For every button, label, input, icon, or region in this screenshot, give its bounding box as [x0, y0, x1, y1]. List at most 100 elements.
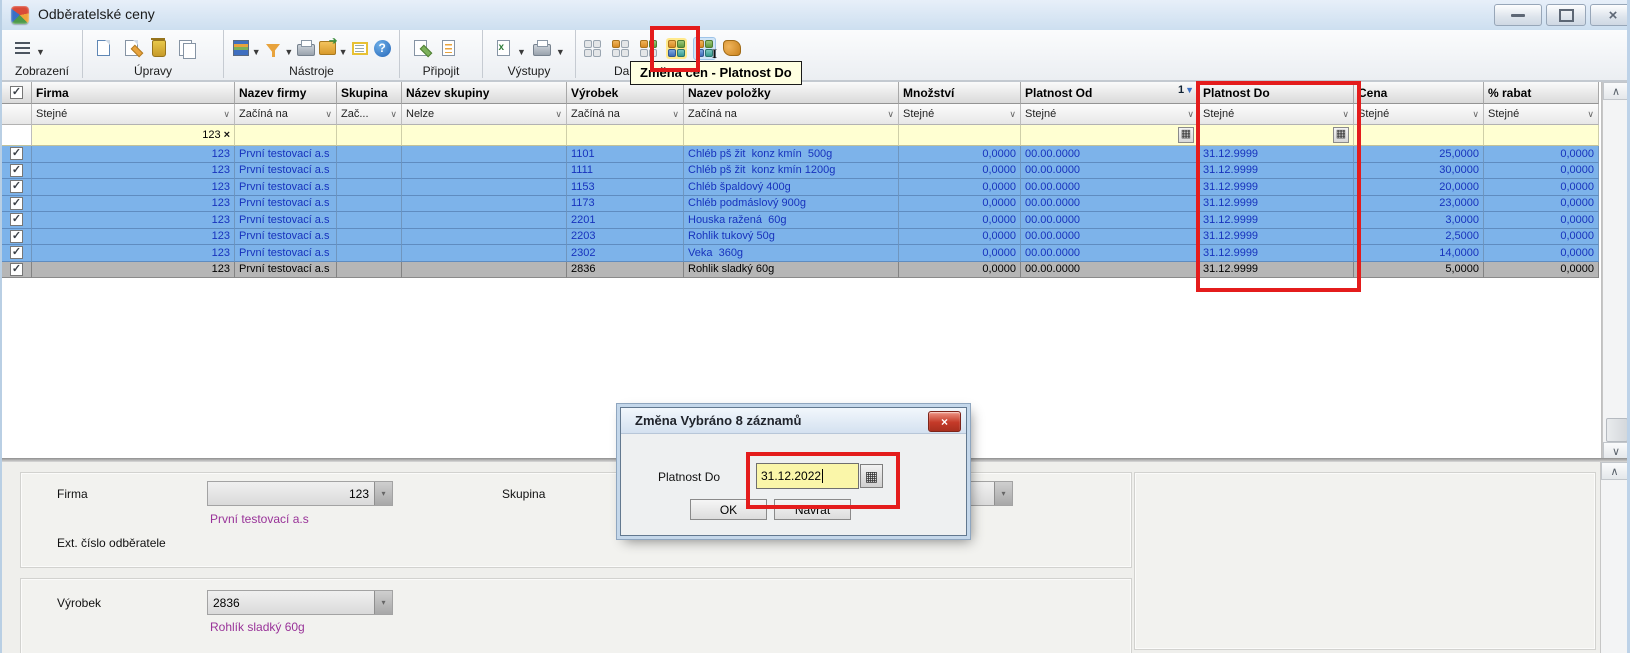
scroll-up-icon[interactable]: ∧	[1601, 462, 1628, 480]
row-checkbox[interactable]: ✓	[10, 197, 23, 210]
dialog-close-button[interactable]: ×	[928, 411, 961, 432]
filter-value-skupina[interactable]	[337, 125, 402, 146]
firma-lookup-icon[interactable]: ▾	[374, 482, 392, 505]
view-menu-icon[interactable]	[9, 35, 35, 61]
help-icon[interactable]: ?	[372, 35, 392, 61]
special-action-icon[interactable]	[719, 35, 745, 61]
puzzle-gray-icon[interactable]	[579, 35, 605, 61]
calendar-icon[interactable]: ▦	[1333, 127, 1349, 143]
excel-export-icon[interactable]: x	[490, 35, 516, 61]
row-checkbox[interactable]: ✓	[10, 213, 23, 226]
attach-document-icon[interactable]	[407, 35, 433, 61]
sort-icon[interactable]	[231, 35, 251, 61]
filter-value-rabat[interactable]	[1484, 125, 1599, 146]
row-checkbox[interactable]: ✓	[10, 230, 23, 243]
puzzle-two-color-icon[interactable]	[635, 35, 661, 61]
column-header-mnozstvi[interactable]: Množství	[899, 82, 1021, 104]
filter-value-cena[interactable]	[1354, 125, 1484, 146]
filter-value-vyrobek[interactable]	[567, 125, 684, 146]
filter-combo-platnost_do[interactable]: Stejné∨	[1199, 104, 1354, 125]
firma-field[interactable]: 123 ▾	[207, 481, 393, 506]
filter-combo-nazev_skupiny[interactable]: Nelze∨	[402, 104, 567, 125]
vyrobek-field[interactable]: 2836 ▾	[207, 590, 393, 615]
maximize-button[interactable]	[1546, 4, 1586, 26]
ok-button[interactable]: OK	[690, 499, 767, 520]
print-icon[interactable]	[529, 35, 555, 61]
filter-combo-nazev_polozky[interactable]: Začíná na∨	[684, 104, 899, 125]
minimize-button[interactable]	[1494, 4, 1542, 26]
skupina-lookup-icon[interactable]: ▾	[994, 482, 1012, 505]
calendar-icon[interactable]: ▦	[1178, 127, 1194, 143]
window-list-icon[interactable]	[351, 35, 371, 61]
column-header-firma[interactable]: Firma	[32, 82, 235, 104]
row-checkbox[interactable]: ✓	[10, 147, 23, 160]
filter-combo-skupina[interactable]: Zač...∨	[337, 104, 402, 125]
column-header-platnost_od[interactable]: Platnost Od1▼	[1021, 82, 1199, 104]
column-header-label: Nazev firmy	[239, 86, 306, 100]
column-header-nazev_skupiny[interactable]: Název skupiny	[402, 82, 567, 104]
row-checkbox[interactable]: ✓	[10, 180, 23, 193]
print-preview-icon[interactable]	[296, 35, 316, 61]
table-row[interactable]: ✓123První testovací a.s2201Houska ražená…	[2, 212, 1599, 229]
row-checkbox[interactable]: ✓	[10, 263, 23, 276]
attach-list-icon[interactable]	[435, 35, 461, 61]
filter-combo-firma[interactable]: Stejné∨	[32, 104, 235, 125]
filter-combo-vyrobek[interactable]: Začíná na∨	[567, 104, 684, 125]
clear-filter-icon[interactable]: ×	[224, 129, 230, 141]
dialog-title-bar[interactable]: Změna Vybráno 8 záznamů ×	[621, 408, 966, 434]
table-row[interactable]: ✓123První testovací a.s2203Rohlik tukový…	[2, 229, 1599, 246]
column-header-skupina[interactable]: Skupina	[337, 82, 402, 104]
puzzle-orange-icon[interactable]	[607, 35, 633, 61]
column-header-rabat[interactable]: % rabat	[1484, 82, 1599, 104]
column-header-platnost_do[interactable]: Platnost Do	[1199, 82, 1354, 104]
delete-record-icon[interactable]	[146, 35, 172, 61]
table-row[interactable]: ✓123První testovací a.s1101Chléb pš žit …	[2, 146, 1599, 163]
column-header-vyrobek[interactable]: Výrobek	[567, 82, 684, 104]
export-icon[interactable]: ➔	[318, 35, 338, 61]
table-row[interactable]: ✓123První testovací a.s1173Chléb podmásl…	[2, 196, 1599, 213]
filter-value-nazev_polozky[interactable]	[684, 125, 899, 146]
cancel-button[interactable]: Návrat	[774, 499, 851, 520]
filter-value-nazev_skupiny[interactable]	[402, 125, 567, 146]
chevron-down-icon: ▼	[556, 47, 565, 57]
row-checkbox[interactable]: ✓	[10, 246, 23, 259]
calendar-icon[interactable]: ▦	[860, 464, 883, 488]
cell-nazev_skupiny	[402, 262, 567, 279]
new-record-icon[interactable]	[90, 35, 116, 61]
copy-record-icon[interactable]	[174, 35, 200, 61]
table-row[interactable]: ✓123První testovací a.s1153Chléb špaldov…	[2, 179, 1599, 196]
filter-combo-cena[interactable]: Stejné∨	[1354, 104, 1484, 125]
change-price-icon[interactable]: I	[691, 35, 717, 61]
panel-scrollbar[interactable]: ∧	[1600, 462, 1628, 653]
filter-value-firma[interactable]: 123×	[32, 125, 235, 146]
close-button[interactable]: ×	[1590, 4, 1630, 26]
filter-value-mnozstvi[interactable]	[899, 125, 1021, 146]
filter-value-platnost_do[interactable]: ▦	[1199, 125, 1354, 146]
cell-mnozstvi: 0,0000	[899, 212, 1021, 229]
scroll-up-icon[interactable]: ∧	[1603, 82, 1629, 100]
vyrobek-lookup-icon[interactable]: ▾	[374, 591, 392, 614]
chevron-down-icon: ∨	[1587, 109, 1594, 120]
grid-scrollbar[interactable]: ∧ ∨	[1602, 82, 1629, 460]
table-row[interactable]: ✓123První testovací a.s2302Veka 360g0,00…	[2, 245, 1599, 262]
puzzle-full-color-icon[interactable]	[663, 35, 689, 61]
column-header-nazev_firmy[interactable]: Nazev firmy	[235, 82, 337, 104]
filter-value-nazev_firmy[interactable]	[235, 125, 337, 146]
column-header-nazev_polozky[interactable]: Nazev položky	[684, 82, 899, 104]
table-row[interactable]: ✓123První testovací a.s1111Chléb pš žit …	[2, 163, 1599, 180]
select-all-checkbox[interactable]: ✓	[10, 86, 23, 99]
platnost-do-input[interactable]: 31.12.2022	[756, 463, 859, 489]
table-row[interactable]: ✓123První testovací a.s2836Rohlik sladký…	[2, 262, 1599, 279]
grid-scrollbar-thumb[interactable]	[1606, 418, 1628, 442]
filter-icon[interactable]	[264, 35, 284, 61]
firma-name-link[interactable]: První testovací a.s	[210, 512, 309, 526]
filter-combo-platnost_od[interactable]: Stejné∨	[1021, 104, 1199, 125]
edit-record-icon[interactable]	[118, 35, 144, 61]
filter-combo-nazev_firmy[interactable]: Začíná na∨	[235, 104, 337, 125]
vyrobek-name-link[interactable]: Rohlík sladký 60g	[210, 620, 305, 634]
filter-combo-mnozstvi[interactable]: Stejné∨	[899, 104, 1021, 125]
row-checkbox[interactable]: ✓	[10, 164, 23, 177]
filter-value-platnost_od[interactable]: ▦	[1021, 125, 1199, 146]
filter-combo-rabat[interactable]: Stejné∨	[1484, 104, 1599, 125]
column-header-cena[interactable]: Cena	[1354, 82, 1484, 104]
